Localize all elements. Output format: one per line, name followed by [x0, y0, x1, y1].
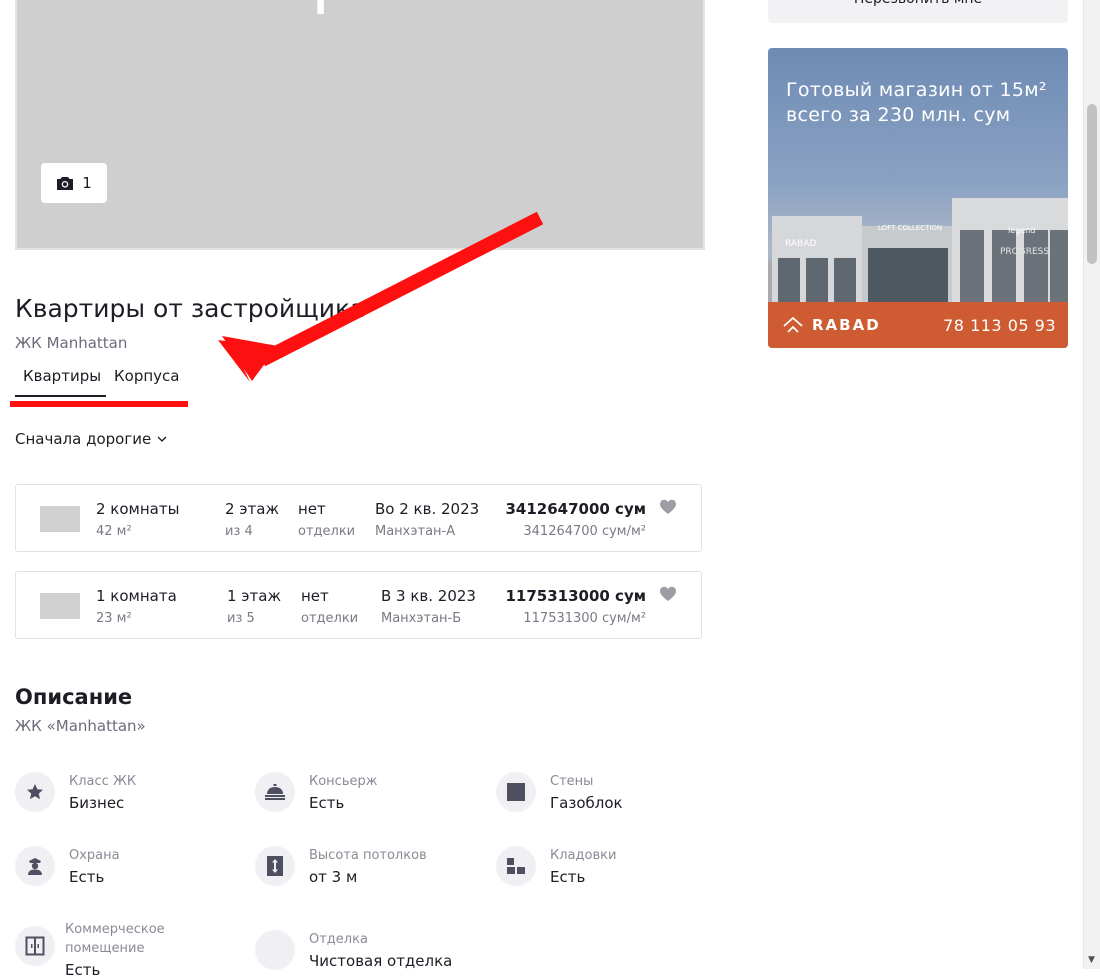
feature-value: от 3 м — [309, 868, 358, 886]
concierge-bell-icon — [255, 772, 295, 812]
feature-value: Чистовая отделка — [309, 952, 453, 970]
feature-label: Отделка — [309, 932, 368, 947]
guard-icon — [15, 846, 55, 886]
scrollbar-thumb[interactable] — [1087, 104, 1097, 264]
wall-icon — [496, 772, 536, 812]
listing-area: 23 м² — [96, 611, 132, 626]
listing-floors-total: из 5 — [227, 611, 255, 626]
sort-label: Сначала дорогие — [15, 430, 152, 448]
description-title: Описание — [15, 685, 133, 709]
sort-dropdown[interactable]: Сначала дорогие — [15, 430, 167, 448]
listing-building: Манхэтан-А — [375, 524, 456, 539]
ad-phone: 78 113 05 93 — [943, 315, 1056, 335]
listing-area: 42 м² — [96, 524, 132, 539]
description-subtitle: ЖК «Manhattan» — [15, 717, 146, 735]
commercial-space-icon — [15, 926, 55, 966]
annotation-underline — [10, 401, 188, 407]
feature-commercial: Коммерческое помещение Есть — [15, 920, 185, 979]
feature-storage: Кладовки Есть — [496, 846, 616, 886]
feature-security: Охрана Есть — [15, 846, 120, 886]
finishing-icon — [255, 930, 295, 970]
no-photo-placeholder: No photo — [187, 0, 523, 16]
feature-ceiling-height: Высота потолков от 3 м — [255, 846, 427, 886]
feature-value: Бизнес — [69, 794, 125, 812]
sign-progress: PROGRESS — [1000, 247, 1049, 257]
listing-finish: нет — [298, 500, 326, 518]
callback-button[interactable]: Перезвонить мне — [768, 0, 1068, 23]
listing-finish-label: отделки — [298, 524, 356, 539]
scroll-down-arrow-icon[interactable]: ▼ — [1088, 955, 1095, 965]
listing-floor: 1 этаж — [227, 587, 281, 605]
feature-label: Кладовки — [550, 848, 617, 863]
camera-icon — [57, 176, 74, 190]
ad-brand: RABAD — [782, 316, 881, 334]
tab-buildings[interactable]: Корпуса — [106, 363, 187, 397]
listing-rooms: 2 комнаты — [96, 500, 180, 518]
feature-label: Высота потолков — [309, 848, 427, 863]
sign-legend: legend — [1008, 226, 1035, 235]
offers-subtitle: ЖК Manhattan — [15, 334, 128, 352]
listing-card[interactable]: 2 комнаты 42 м² 2 этаж из 4 нет отделки … — [15, 484, 702, 552]
storage-icon — [496, 846, 536, 886]
offers-tabs: Квартиры Корпуса — [15, 363, 187, 397]
sign-loft: LOFT COLLECTION — [878, 224, 942, 232]
ceiling-height-icon — [255, 846, 295, 886]
ad-footer: RABAD 78 113 05 93 — [768, 302, 1068, 348]
star-icon — [15, 772, 55, 812]
feature-class: Класс ЖК Бизнес — [15, 772, 136, 812]
listing-price-per-m2: 117531300 сум/м² — [523, 611, 646, 626]
feature-value: Есть — [309, 794, 345, 812]
listing-price: 3412647000 сум — [505, 500, 646, 518]
chevron-down-icon — [157, 436, 167, 442]
feature-label: Коммерческое помещение — [65, 922, 165, 956]
feature-label: Охрана — [69, 848, 120, 863]
listing-building: Манхэтан-Б — [381, 611, 462, 626]
sign-rabad: RABAD — [785, 239, 816, 249]
page-scrollbar[interactable]: ▼ — [1083, 0, 1100, 969]
listing-card[interactable]: 1 комната 23 м² 1 этаж из 5 нет отделки … — [15, 571, 702, 639]
rabad-logo-icon — [783, 317, 803, 333]
feature-finishing: Отделка Чистовая отделка — [255, 930, 452, 970]
favorite-heart-icon[interactable] — [659, 585, 677, 603]
tab-apartments[interactable]: Квартиры — [15, 363, 106, 397]
feature-value: Есть — [65, 961, 101, 979]
feature-value: Газоблок — [550, 794, 623, 812]
offers-title: Квартиры от застройщика — [15, 294, 366, 323]
photo-count-button[interactable]: 1 — [41, 163, 107, 203]
ad-banner[interactable]: Готовый магазин от 15м² всего за 230 млн… — [768, 48, 1068, 348]
listing-floor: 2 этаж — [225, 500, 279, 518]
feature-value: Есть — [550, 868, 586, 886]
layout-thumbnail — [40, 593, 80, 619]
feature-value: Есть — [69, 868, 105, 886]
photo-count: 1 — [82, 174, 92, 192]
feature-concierge: Консьерж Есть — [255, 772, 377, 812]
feature-walls: Стены Газоблок — [496, 772, 623, 812]
feature-label: Консьерж — [309, 774, 378, 789]
photo-gallery[interactable]: No photo 1 — [15, 0, 705, 250]
listing-completion: В 3 кв. 2023 — [381, 587, 476, 605]
listing-price-per-m2: 341264700 сум/м² — [523, 524, 646, 539]
favorite-heart-icon[interactable] — [659, 498, 677, 516]
listing-price: 1175313000 сум — [505, 587, 646, 605]
listing-finish: нет — [301, 587, 329, 605]
listing-finish-label: отделки — [301, 611, 359, 626]
feature-label: Класс ЖК — [69, 774, 137, 789]
listing-completion: Во 2 кв. 2023 — [375, 500, 480, 518]
listing-floors-total: из 4 — [225, 524, 253, 539]
listing-rooms: 1 комната — [96, 587, 177, 605]
feature-label: Стены — [550, 774, 594, 789]
layout-thumbnail — [40, 506, 80, 532]
